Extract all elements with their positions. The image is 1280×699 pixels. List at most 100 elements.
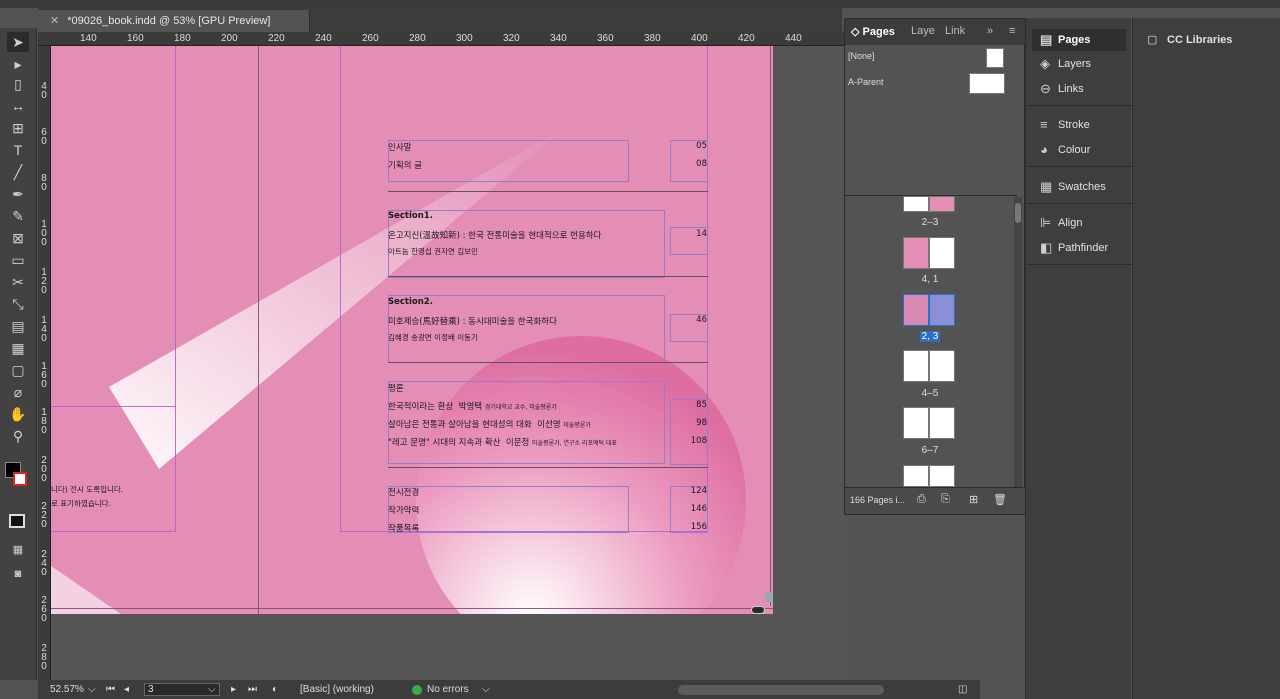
dock-pathfinder[interactable]: ◧ Pathfinder bbox=[1032, 237, 1126, 259]
toc-entry[interactable]: 작가약력 bbox=[388, 504, 419, 516]
page-thumb[interactable] bbox=[929, 196, 955, 212]
page-tool-icon[interactable]: ▯ bbox=[7, 74, 29, 94]
screen-mode-icon[interactable]: ▦ bbox=[7, 540, 29, 560]
page-thumb[interactable] bbox=[929, 407, 955, 439]
toc-artists[interactable]: 아트놈 한영섭 권자연 김보민 bbox=[388, 246, 478, 257]
apply-color-icon[interactable] bbox=[9, 514, 25, 528]
page-thumb[interactable] bbox=[929, 465, 955, 487]
link-icon[interactable] bbox=[751, 606, 765, 614]
page-thumb[interactable] bbox=[903, 407, 929, 439]
page-spread[interactable]: 인사말 05 기획의 글 08 Section1. 온고지신(溫故知新) : 한… bbox=[51, 46, 773, 614]
zoom-level[interactable]: 52.57% bbox=[50, 684, 84, 695]
close-icon[interactable]: ✕ bbox=[50, 15, 59, 27]
profile-dropdown[interactable]: [Basic] (working) bbox=[300, 684, 374, 695]
scissors-icon[interactable]: ✂ bbox=[7, 272, 29, 292]
last-page-icon[interactable]: ⏭ bbox=[248, 684, 257, 695]
spread-label-selected[interactable]: 2, 3 bbox=[845, 331, 1015, 342]
hand-tool-icon[interactable]: ✋ bbox=[7, 404, 29, 424]
cc-libraries[interactable]: ▢ CC Libraries bbox=[1141, 29, 1273, 51]
review-entry[interactable]: "레고 문명" 시대의 지속과 확산 이문정 미술평론가, 연구소 리포에틱 대… bbox=[388, 436, 617, 448]
chevron-down-icon[interactable]: ⌵ bbox=[88, 684, 96, 695]
pencil-tool-icon[interactable]: ✎ bbox=[7, 206, 29, 226]
edit-page-size-icon[interactable]: ⎙ bbox=[917, 493, 926, 506]
text-frame[interactable] bbox=[388, 486, 629, 533]
dock-swatches[interactable]: ▦ Swatches bbox=[1032, 176, 1126, 198]
parent-thumb[interactable] bbox=[969, 73, 1005, 94]
review-entry[interactable]: 살아남은 전통과 살아남을 현대성의 대화 이선영 미술평론가 bbox=[388, 418, 591, 430]
note-tool-icon[interactable]: ▢ bbox=[7, 360, 29, 380]
dock-layers[interactable]: ◈ Layers bbox=[1032, 53, 1126, 75]
text-frame[interactable] bbox=[388, 140, 629, 182]
document-canvas[interactable]: 인사말 05 기획의 글 08 Section1. 온고지신(溫故知新) : 한… bbox=[51, 46, 846, 680]
free-transform-icon[interactable]: ⤡ bbox=[7, 294, 29, 314]
toc-artists[interactable]: 김혜경 송광연 이정배 이동기 bbox=[388, 332, 478, 343]
content-collector-icon[interactable]: ⊞ bbox=[7, 118, 29, 138]
none-parent[interactable]: [None] bbox=[848, 51, 875, 61]
line-tool-icon[interactable]: ╱ bbox=[7, 162, 29, 182]
eyedropper-icon[interactable]: ⌀ bbox=[7, 382, 29, 402]
rectangle-frame-icon[interactable]: ⊠ bbox=[7, 228, 29, 248]
page-thumb[interactable] bbox=[903, 237, 929, 269]
tab-links[interactable]: Link bbox=[945, 25, 965, 37]
expand-icon[interactable]: » bbox=[987, 25, 993, 37]
document-tab[interactable]: ✕*09026_book.indd @ 53% [GPU Preview] [C… bbox=[38, 10, 310, 49]
page-thumb[interactable] bbox=[903, 350, 929, 382]
page-thumb[interactable] bbox=[903, 196, 929, 212]
review-entry[interactable]: 한국적이라는 환상 박영택 경기대학교 교수, 미술평론가 bbox=[388, 400, 557, 412]
selection-tool-icon[interactable]: ➤ bbox=[7, 32, 29, 52]
page-thumb[interactable] bbox=[903, 465, 929, 487]
split-window-icon[interactable]: ◫ bbox=[958, 684, 967, 695]
pen-tool-icon[interactable]: ✒ bbox=[7, 184, 29, 204]
trash-icon[interactable]: 🗑 bbox=[993, 493, 1007, 506]
section-title[interactable]: Section2. bbox=[388, 297, 433, 307]
parent-icon[interactable]: ⎘ bbox=[941, 493, 950, 506]
gradient-feather-icon[interactable]: ▦ bbox=[7, 338, 29, 358]
preview-mode-icon[interactable]: ◙ bbox=[7, 564, 29, 584]
page-thumb[interactable] bbox=[929, 350, 955, 382]
page-thumb[interactable] bbox=[929, 237, 955, 269]
vertical-ruler[interactable]: 4 0 6 0 8 0 1 0 0 1 2 0 1 4 0 1 6 0 1 8 … bbox=[38, 46, 51, 680]
section-title[interactable]: Section1. bbox=[388, 211, 433, 221]
stroke-swatch[interactable] bbox=[13, 472, 27, 486]
toc-entry[interactable]: 작품목록 bbox=[388, 522, 419, 534]
dock-pages[interactable]: ▤ Pages bbox=[1032, 29, 1126, 51]
toc-entry[interactable]: 미호제승(馬好替乘) : 동시대미술을 한국화하다 bbox=[388, 315, 557, 327]
vertical-scrollbar[interactable] bbox=[1014, 197, 1022, 487]
chevron-down-icon[interactable]: ⌵ bbox=[482, 684, 490, 695]
gradient-swatch-icon[interactable]: ▤ bbox=[7, 316, 29, 336]
first-page-icon[interactable]: ⏮ bbox=[106, 684, 115, 695]
prev-page-icon[interactable]: ◂ bbox=[124, 684, 129, 695]
type-tool-icon[interactable]: T bbox=[7, 140, 29, 160]
toc-entry[interactable]: 전시전경 bbox=[388, 486, 419, 498]
toc-entry[interactable]: 인사말 bbox=[388, 141, 411, 153]
spread-label[interactable]: 4–5 bbox=[845, 388, 1015, 399]
dock-align[interactable]: ⊫ Align bbox=[1032, 212, 1126, 234]
toc-entry[interactable]: 온고지신(溫故知新) : 한국 전통미술을 현대적으로 번용하다 bbox=[388, 229, 601, 241]
panel-menu-icon[interactable]: ≡ bbox=[1009, 25, 1015, 37]
direct-selection-icon[interactable]: ▸ bbox=[7, 54, 29, 74]
preflight-status[interactable]: No errors bbox=[427, 684, 469, 695]
dock-links[interactable]: ⊖ Links bbox=[1032, 78, 1126, 100]
horizontal-ruler[interactable]: 140 160 180 200 220 240 260 280 300 320 … bbox=[38, 32, 846, 46]
lock-icon[interactable] bbox=[765, 592, 773, 602]
chevron-down-icon[interactable]: ⌵ bbox=[208, 684, 216, 695]
spread-label[interactable]: 4, 1 bbox=[845, 274, 1015, 285]
gap-tool-icon[interactable]: ↔ bbox=[7, 96, 29, 116]
none-thumb[interactable] bbox=[986, 48, 1004, 68]
rectangle-tool-icon[interactable]: ▭ bbox=[7, 250, 29, 270]
a-parent[interactable]: A-Parent bbox=[848, 77, 884, 87]
dock-stroke[interactable]: ≡ Stroke bbox=[1032, 114, 1126, 136]
tab-layers[interactable]: Laye bbox=[911, 25, 935, 37]
spread-label[interactable]: 2–3 bbox=[845, 217, 1015, 228]
next-page-icon[interactable]: ▸ bbox=[231, 684, 236, 695]
spread-label[interactable]: 6–7 bbox=[845, 445, 1015, 456]
dock-colour[interactable]: ◕ Colour bbox=[1032, 139, 1126, 161]
new-page-icon[interactable]: ⊞ bbox=[969, 493, 978, 506]
horizontal-scrollbar[interactable] bbox=[678, 685, 884, 695]
colophon-text[interactable]: 로 표기하였습니다. bbox=[51, 498, 111, 509]
page-thumb[interactable] bbox=[903, 294, 929, 326]
toggle-icon[interactable]: ◐ bbox=[272, 684, 278, 695]
colophon-text[interactable]: 니다) 전시 도록입니다. bbox=[51, 484, 123, 495]
section-title[interactable]: 평론 bbox=[388, 382, 404, 394]
tab-pages[interactable]: ◇ Pages bbox=[851, 25, 895, 38]
